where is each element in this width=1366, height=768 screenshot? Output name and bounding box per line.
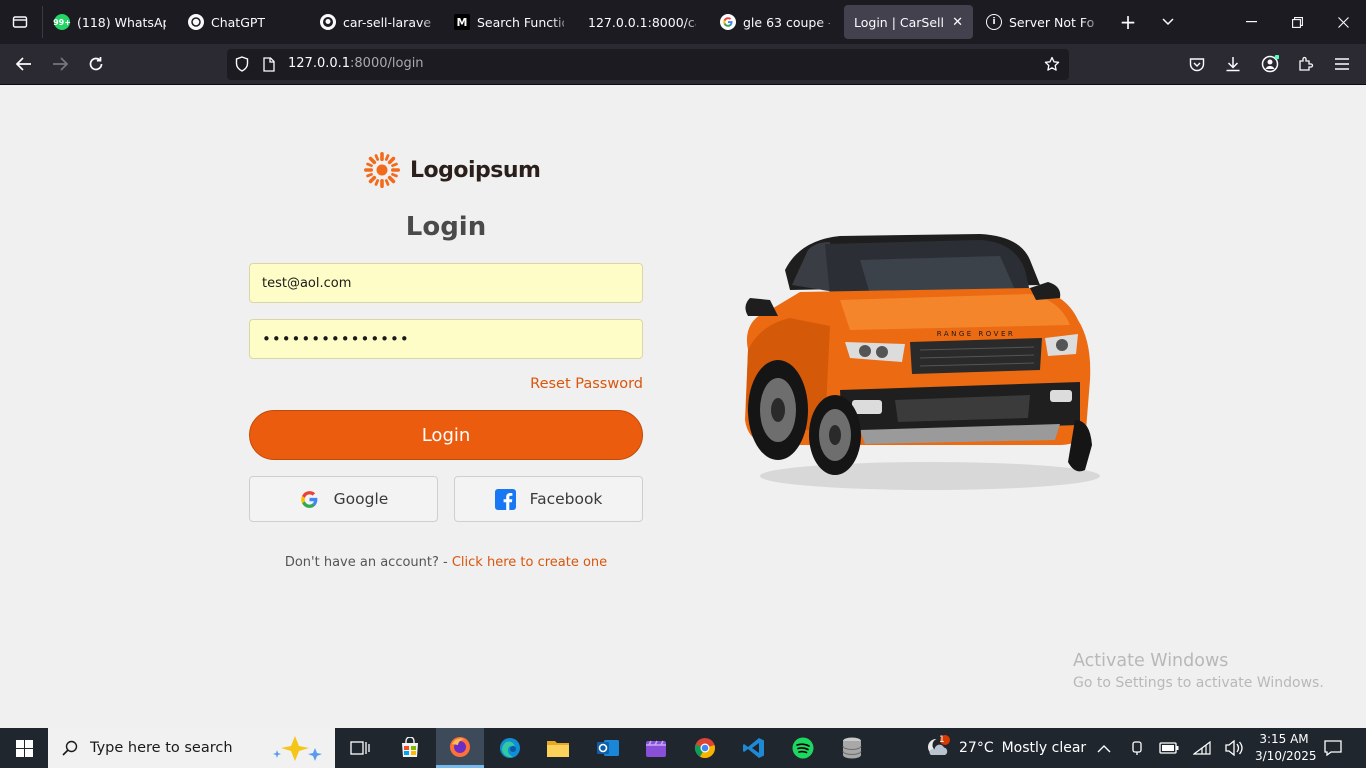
facebook-button-label: Facebook	[529, 490, 603, 508]
tab-chatgpt[interactable]: ChatGPT	[178, 5, 306, 39]
google-button-label: Google	[333, 490, 389, 508]
tab-separator	[42, 6, 43, 38]
close-window-icon[interactable]	[1328, 8, 1358, 36]
medium-icon: M	[454, 14, 470, 30]
file-explorer-icon[interactable]	[534, 728, 582, 768]
search-placeholder: Type here to search	[90, 740, 233, 756]
tab-login-carsell[interactable]: Login | CarSell ✕	[844, 5, 973, 39]
create-account-link[interactable]: Click here to create one	[452, 555, 607, 570]
weather-badge: 1	[939, 735, 945, 745]
wifi-icon[interactable]	[1193, 728, 1211, 768]
menu-icon[interactable]	[1331, 53, 1353, 75]
minimize-icon[interactable]	[1236, 8, 1266, 36]
taskbar-clock[interactable]: 3:15 AM 3/10/2025	[1255, 731, 1317, 765]
chatgpt-icon	[188, 14, 204, 30]
tab-list-icon[interactable]	[8, 10, 32, 34]
chevron-down-icon[interactable]	[1156, 10, 1180, 34]
star-bookmark-icon[interactable]	[1044, 56, 1060, 72]
search-icon	[62, 740, 78, 756]
sparkle-icon	[273, 736, 322, 761]
logo-text: Logoipsum	[410, 157, 541, 183]
close-tab-icon[interactable]: ✕	[952, 15, 963, 30]
google-icon	[720, 14, 736, 30]
new-tab-icon[interactable]: +	[1116, 10, 1140, 34]
extensions-icon[interactable]	[1295, 53, 1317, 75]
login-page: Logoipsum Login Reset Password Login Goo…	[0, 85, 1366, 728]
clock-date: 3/10/2025	[1255, 749, 1317, 763]
password-field[interactable]	[249, 319, 643, 359]
clock-time: 3:15 AM	[1259, 732, 1309, 746]
windows-start-icon[interactable]	[0, 728, 48, 768]
back-icon[interactable]	[11, 51, 37, 77]
tab-label: 127.0.0.1:8000/car/se	[588, 14, 696, 30]
tab-whatsapp[interactable]: 99+ (118) WhatsApp	[44, 5, 176, 39]
sun-logo-icon	[364, 152, 400, 188]
windows-taskbar: Type here to search 1 27°C Mostly clear …	[0, 728, 1366, 768]
tab-label: ChatGPT	[211, 14, 266, 30]
tab-google-search[interactable]: gle 63 coupe - Go	[710, 5, 840, 39]
outlook-icon[interactable]	[584, 728, 632, 768]
signup-prompt: Don't have an account? - Click here to c…	[284, 555, 608, 570]
browser-tab-strip: 99+ (118) WhatsApp ChatGPT car-sell-lara…	[0, 0, 1366, 44]
tab-label: Login | CarSell	[854, 14, 944, 30]
facebook-login-button[interactable]: Facebook	[454, 476, 643, 522]
volume-icon[interactable]	[1224, 728, 1244, 768]
github-icon	[320, 14, 336, 30]
tab-label: Search Functiona	[477, 14, 564, 30]
facebook-icon	[494, 488, 516, 510]
reset-password-link[interactable]: Reset Password	[530, 376, 643, 392]
google-login-button[interactable]: Google	[249, 476, 438, 522]
tab-server-not-found[interactable]: i Server Not Found	[976, 5, 1104, 39]
reload-icon[interactable]	[83, 51, 109, 77]
car-image: RANGE ROVER	[745, 234, 1100, 490]
chrome-icon[interactable]	[681, 728, 729, 768]
weather-moon-icon	[928, 735, 950, 755]
site-logo[interactable]: Logoipsum	[362, 150, 541, 190]
restore-icon[interactable]	[1282, 8, 1312, 36]
google-icon	[300, 490, 318, 508]
tab-medium[interactable]: M Search Functiona	[444, 5, 574, 39]
microsoft-store-icon[interactable]	[386, 728, 434, 768]
car-badge-text: RANGE ROVER	[937, 330, 1016, 338]
pocket-icon[interactable]	[1186, 53, 1208, 75]
page-icon[interactable]	[261, 56, 277, 72]
firefox-icon[interactable]	[436, 728, 484, 768]
shield-icon[interactable]	[234, 56, 250, 72]
email-field[interactable]	[249, 263, 643, 303]
download-icon[interactable]	[1222, 53, 1244, 75]
page-title: Login	[405, 212, 487, 242]
tab-label: gle 63 coupe - Go	[743, 14, 830, 30]
tab-local-car[interactable]: 127.0.0.1:8000/car/se	[578, 5, 706, 39]
tab-label: car-sell-laravel-p	[343, 14, 432, 30]
task-view-icon[interactable]	[336, 728, 384, 768]
notification-icon[interactable]	[1324, 728, 1342, 768]
database-icon[interactable]	[828, 728, 876, 768]
tab-label: (118) WhatsApp	[77, 14, 166, 30]
url-text[interactable]: 127.0.0.1:8000/login	[288, 56, 424, 71]
activate-windows-watermark: Activate Windows Go to Settings to activ…	[1073, 651, 1324, 691]
login-button[interactable]: Login	[249, 410, 643, 460]
battery-icon[interactable]	[1159, 728, 1179, 768]
weather-widget[interactable]: 1 27°C Mostly clear	[925, 728, 1086, 768]
vscode-icon[interactable]	[730, 728, 778, 768]
edge-icon[interactable]	[486, 728, 534, 768]
spotify-icon[interactable]	[779, 728, 827, 768]
tray-chevron-up-icon[interactable]	[1097, 728, 1111, 768]
meet-now-icon[interactable]	[1129, 728, 1145, 768]
weather-temp: 27°C	[959, 740, 994, 756]
account-icon[interactable]	[1259, 53, 1281, 75]
weather-text: Mostly clear	[1001, 740, 1087, 756]
tab-github[interactable]: car-sell-laravel-p	[310, 5, 442, 39]
info-icon: i	[986, 14, 1002, 30]
forward-icon[interactable]	[47, 51, 73, 77]
taskbar-search-input[interactable]: Type here to search	[48, 728, 335, 768]
whatsapp-icon: 99+	[53, 14, 71, 30]
url-bar[interactable]: 127.0.0.1:8000/login	[227, 49, 1069, 80]
clipchamp-icon[interactable]	[632, 728, 680, 768]
browser-nav-bar: 127.0.0.1:8000/login	[0, 44, 1366, 85]
